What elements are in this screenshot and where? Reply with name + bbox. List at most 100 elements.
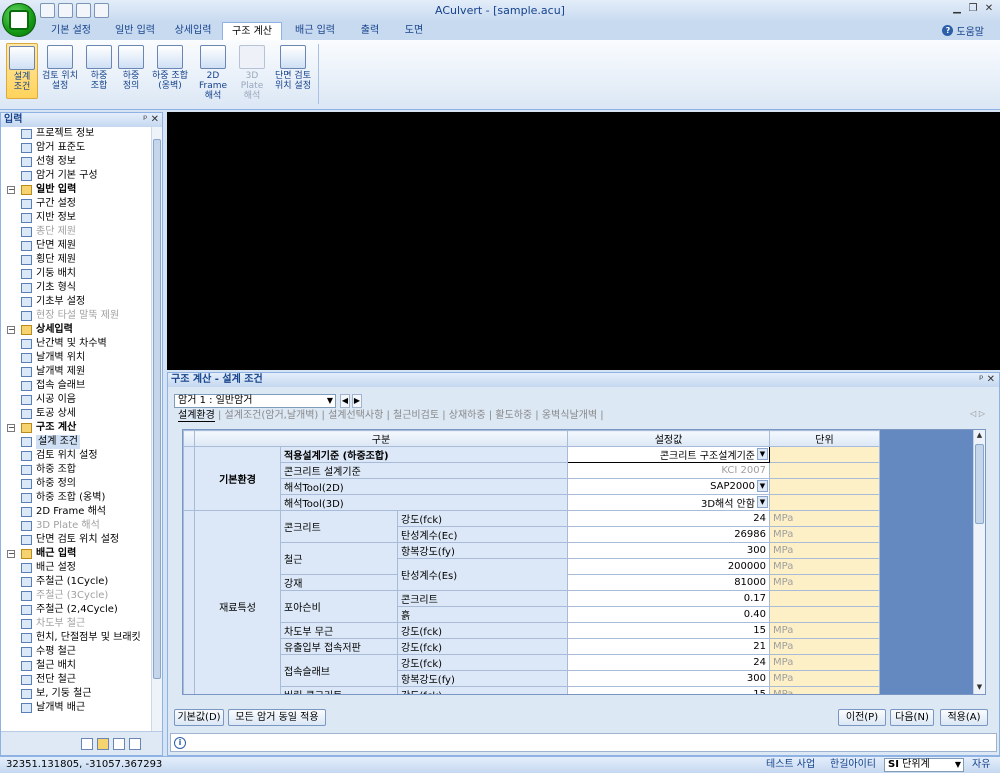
apply-all-culverts-button[interactable]: 모든 암거 동일 적용 [228, 709, 326, 726]
next-arrow-icon[interactable]: ▶ [352, 394, 362, 408]
param-label: 항복강도(fy) [397, 669, 568, 687]
application-menu-button[interactable] [2, 3, 36, 37]
collapse-icon[interactable]: − [7, 186, 15, 194]
ribbon-load-combination-button[interactable]: 하중 조합 [84, 43, 114, 99]
subtab[interactable]: 옹벽식날개벽 [542, 410, 597, 421]
help-label: 도움말 [956, 27, 984, 38]
tab-basic-settings[interactable]: 기본 설정 [40, 22, 102, 40]
steel-es-input[interactable]: 81000 [567, 573, 770, 591]
scroll-up-icon[interactable]: ▲ [975, 431, 984, 441]
item-icon [21, 619, 32, 629]
analysis-tool-2d-select[interactable]: SAP2000 ▼ [567, 478, 770, 495]
tree-item-label: 선형 정보 [36, 156, 76, 167]
folder-icon [21, 423, 32, 433]
tree-item-label: 암거 표준도 [36, 142, 86, 153]
culvert-select[interactable]: 암거 1 : 일반암거 ▼ [174, 394, 336, 408]
subtab-separator: | [214, 410, 225, 421]
tab-general-input[interactable]: 일반 입력 [104, 22, 166, 40]
param-label: 강도(fck) [397, 685, 568, 694]
subtab-separator: | [597, 410, 604, 421]
item-icon [21, 199, 32, 209]
rebar-es-input[interactable]: 200000 [567, 558, 770, 575]
item-icon [21, 661, 32, 671]
ribbon-load-combination-wall-button[interactable]: 하중 조합 (옹벽) [148, 43, 192, 99]
collapse-icon[interactable]: − [7, 424, 15, 432]
design-standard-select[interactable]: 콘크리트 구조설계기준 ▼ [567, 446, 770, 463]
input-panel-header: 입력 ᵖ ✕ [1, 113, 162, 127]
next-button[interactable]: 다음(N) [890, 709, 934, 726]
poisson-concrete-input[interactable]: 0.17 [567, 589, 770, 607]
input-panel-scrollbar[interactable] [151, 127, 162, 731]
ribbon-section-check-position-button[interactable]: 단면 검토 위치 설정 [270, 43, 316, 99]
tab-rebar-input[interactable]: 배근 입력 [286, 22, 344, 40]
unit-label: MPa [769, 526, 880, 543]
row-label: 적용설계기준 (하중조합) [280, 446, 568, 463]
item-icon [21, 493, 32, 503]
close-icon[interactable]: ✕ [982, 2, 996, 16]
concrete-ec-input[interactable]: 26986 [567, 526, 770, 543]
tree-item-label: 프로젝트 정보 [36, 128, 95, 139]
scroll-thumb[interactable] [975, 444, 984, 524]
approach-fy-input[interactable]: 300 [567, 669, 770, 687]
item-icon [21, 479, 32, 489]
param-label: 흙 [397, 605, 568, 623]
previous-button[interactable]: 이전(P) [838, 709, 886, 726]
collapse-icon[interactable]: − [7, 550, 15, 558]
road-plain-fck-input[interactable]: 15 [567, 621, 770, 639]
load-combination-wall-icon [157, 45, 183, 69]
subtab[interactable]: 설계조건(암거,날개벽) [225, 410, 319, 421]
collapse-icon[interactable]: − [7, 326, 15, 334]
subtab-separator: | [485, 410, 496, 421]
rebar-fy-input[interactable]: 300 [567, 542, 770, 559]
item-icon [21, 339, 32, 349]
inflow-fck-input[interactable]: 21 [567, 637, 770, 655]
approach-fck-input[interactable]: 24 [567, 653, 770, 671]
graphic-viewport[interactable] [167, 112, 1000, 370]
ribbon-load-definition-button[interactable]: 하중 정의 [116, 43, 146, 99]
prev-arrow-icon[interactable]: ◀ [340, 394, 350, 408]
ribbon-design-conditions-button[interactable]: 설계 조건 [6, 43, 38, 99]
lean-concrete-fck-input[interactable]: 15 [567, 685, 770, 694]
subtab[interactable]: 설계선택사항 [328, 410, 383, 421]
help-button[interactable]: ? 도움말 [942, 23, 984, 38]
scroll-thumb[interactable] [153, 139, 161, 679]
subtab[interactable]: 철근비검토 [393, 410, 439, 421]
subtab[interactable]: 활도하중 [495, 410, 532, 421]
tab-output[interactable]: 출력 [348, 22, 392, 40]
project-name: 테스트 사업 [766, 759, 816, 770]
scroll-down-icon[interactable]: ▼ [975, 683, 984, 693]
panel-footer-icon-3[interactable] [113, 738, 125, 750]
item-icon [21, 171, 32, 181]
header-value: 설정값 [567, 430, 770, 447]
input-panel-footer [1, 731, 162, 755]
tab-drawing[interactable]: 도면 [392, 22, 436, 40]
minimize-icon[interactable]: ▁ [950, 2, 964, 16]
param-label: 탄성계수(Ec) [397, 526, 568, 543]
restore-icon[interactable]: ❐ [966, 2, 980, 16]
ribbon-2d-frame-button[interactable]: 2D Frame 해석 [194, 43, 232, 101]
item-icon [21, 241, 32, 251]
default-values-button[interactable]: 기본값(D) [174, 709, 224, 726]
chevron-down-icon: ▼ [954, 760, 961, 769]
grid-scrollbar[interactable]: ▲ ▼ [973, 430, 985, 694]
panel-footer-icon-1[interactable] [81, 738, 93, 750]
tree-item-label: 차도부 철근 [36, 618, 86, 629]
subtab-scroll-arrows[interactable]: ◁ ▷ [970, 409, 985, 418]
ribbon-check-position-button[interactable]: 검토 위치 설정 [40, 43, 80, 99]
subtab[interactable]: 설계환경 [178, 410, 215, 422]
subtab[interactable]: 상재하중 [449, 410, 486, 421]
panel-footer-icon-4[interactable] [129, 738, 141, 750]
apply-button[interactable]: 적용(A) [940, 709, 988, 726]
poisson-soil-input[interactable]: 0.40 [567, 605, 770, 623]
pin-close-icon[interactable]: ᵖ ✕ [979, 373, 995, 387]
tree-item-label: 주철근 (3Cycle) [36, 590, 109, 601]
panel-footer-icon-2[interactable] [97, 738, 109, 750]
unit-system-select[interactable]: SI 단위계 ▼ [884, 758, 964, 772]
window-title: ACulvert - [sample.acu] [435, 4, 565, 17]
tab-structural-calc[interactable]: 구조 계산 [222, 22, 282, 40]
pin-close-icon[interactable]: ᵖ ✕ [143, 113, 159, 127]
ribbon-3d-plate-button[interactable]: 3D Plate 해석 [234, 43, 270, 101]
analysis-tool-3d-select[interactable]: 3D해석 안함 ▼ [567, 494, 770, 511]
concrete-fck-input[interactable]: 24 [567, 510, 770, 527]
tab-detail-input[interactable]: 상세입력 [166, 22, 220, 40]
